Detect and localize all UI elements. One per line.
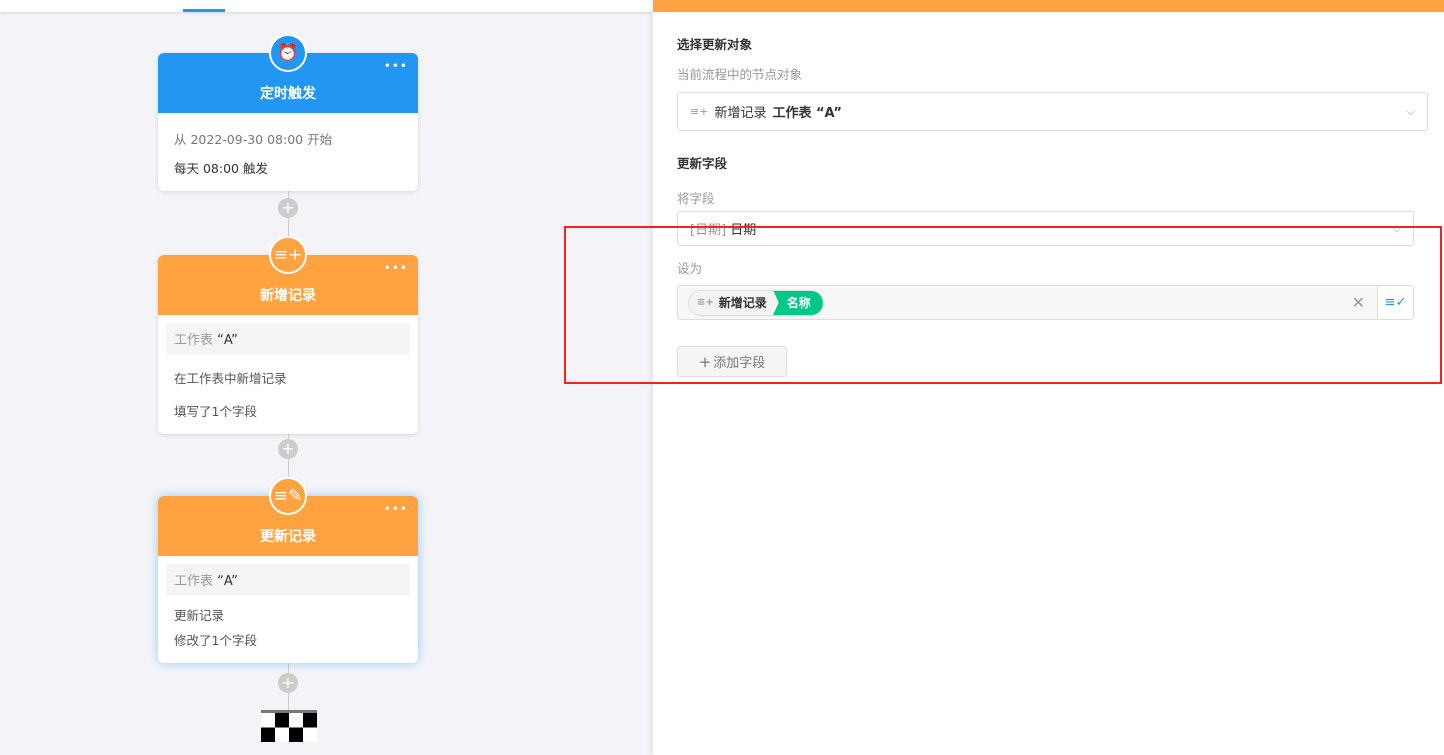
node-sheet: 工作表 “A” (166, 323, 410, 354)
node-field-count: 修改了1个字段 (174, 633, 257, 648)
node-schedule: 每天 08:00 触发 (174, 161, 268, 176)
alarm-clock-icon: ⏰ (269, 34, 307, 72)
more-options-icon[interactable]: ••• (384, 59, 408, 73)
add-node-button[interactable]: + (278, 439, 298, 459)
target-node-select[interactable]: ≡+ 新增记录 工作表 “A” ⌵ (677, 92, 1428, 131)
highlight-annotation (564, 226, 1442, 384)
node-title: 新增记录 (260, 288, 316, 304)
node-field-count: 填写了1个字段 (174, 404, 257, 419)
edit-record-icon: ≡✎ (269, 477, 307, 515)
add-record-icon: ≡+ (269, 236, 307, 274)
node-title: 定时触发 (260, 86, 316, 102)
node-sheet: 工作表 “A” (166, 564, 410, 595)
chevron-down-icon: ⌵ (1406, 104, 1415, 118)
top-tab-bar (0, 0, 653, 12)
panel-header-bar (653, 0, 1444, 12)
update-fields-label: 更新字段 (677, 156, 728, 171)
active-tab-indicator[interactable] (183, 9, 225, 12)
more-options-icon[interactable]: ••• (384, 261, 408, 275)
node-timer-trigger[interactable]: 定时触发 ••• ⏰ 从 2022-09-30 08:00 开始 每天 08:0… (158, 34, 418, 191)
select-target-hint: 当前流程中的节点对象 (677, 67, 803, 82)
node-update-record[interactable]: 更新记录 ••• ≡✎ 工作表 “A” 更新记录 修改了1个字段 (158, 477, 418, 663)
target-sheet-name: 工作表 “A” (772, 106, 842, 121)
finish-flag-icon (261, 710, 317, 742)
more-options-icon[interactable]: ••• (384, 502, 408, 516)
node-start-time: 从 2022-09-30 08:00 开始 (174, 132, 333, 147)
node-title: 更新记录 (260, 529, 316, 545)
node-add-record[interactable]: 新增记录 ••• ≡+ 工作表 “A” 在工作表中新增记录 填写了1个字段 (158, 236, 418, 434)
node-desc: 更新记录 (174, 608, 225, 623)
add-node-button[interactable]: + (278, 673, 298, 693)
node-desc: 在工作表中新增记录 (174, 371, 287, 386)
field-label: 将字段 (677, 191, 715, 206)
add-record-icon: ≡+ (690, 105, 709, 118)
target-node-name: 新增记录 (714, 106, 767, 121)
select-target-label: 选择更新对象 (677, 37, 753, 52)
add-node-button[interactable]: + (278, 198, 298, 218)
